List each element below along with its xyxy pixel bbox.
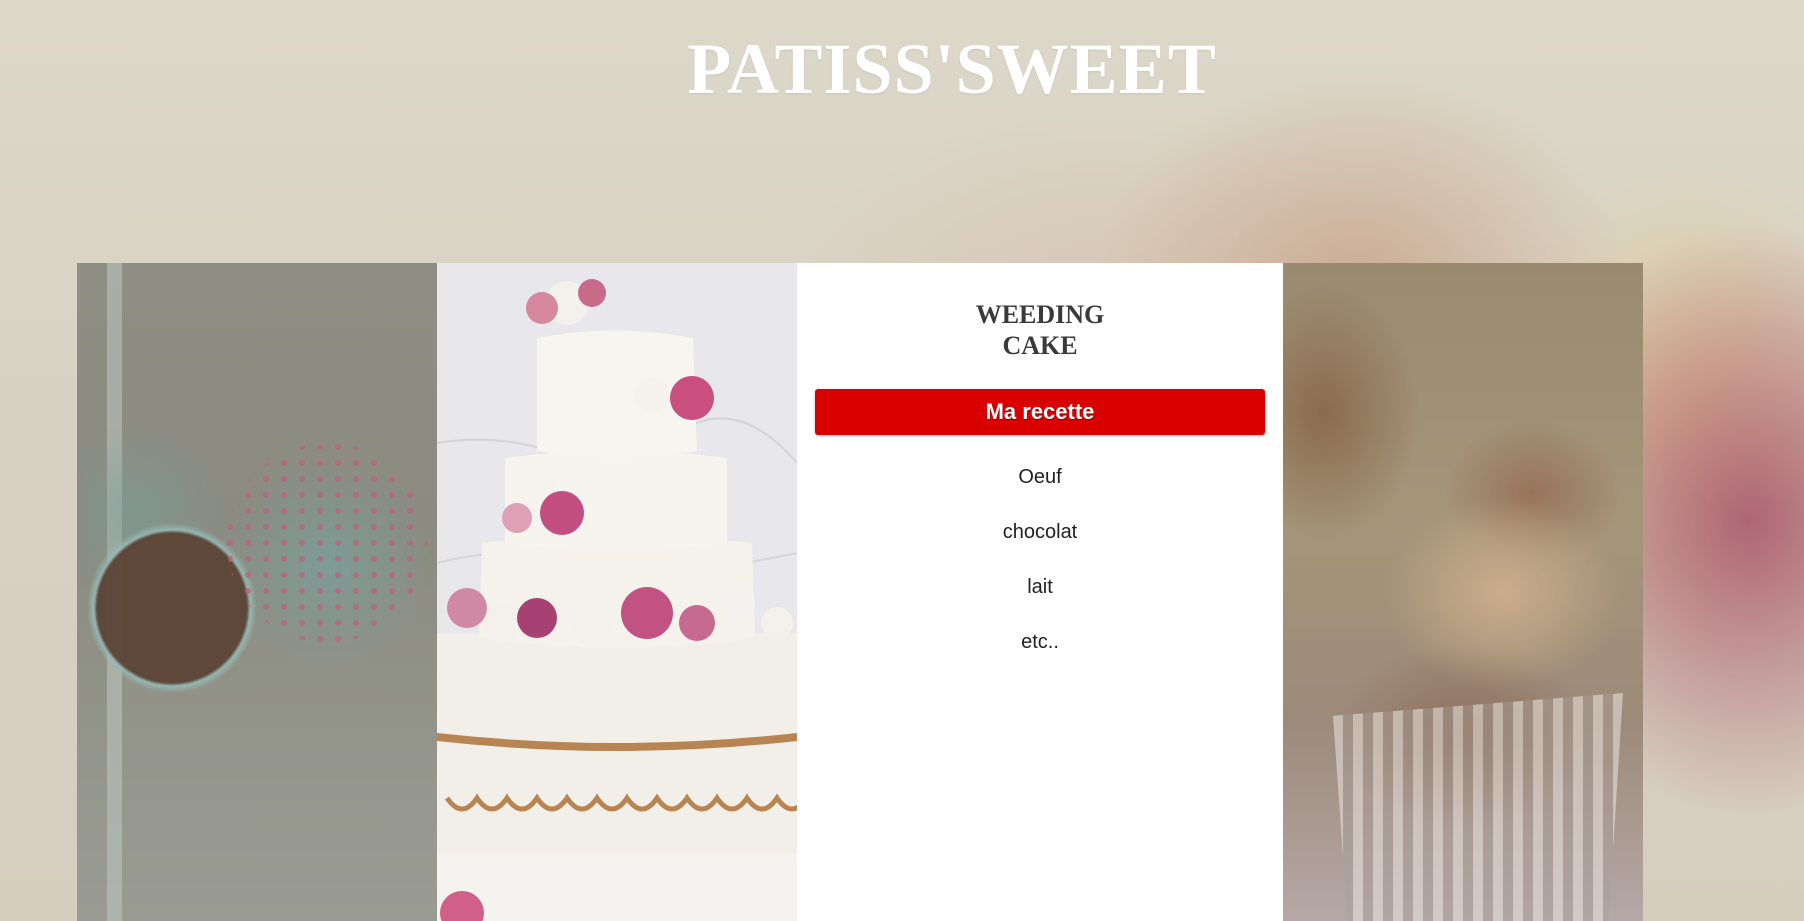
ingredient-item: lait [1027, 576, 1053, 598]
recipe-button[interactable]: Ma recette [815, 389, 1265, 435]
gallery: WEEDING CAKE Ma recette Oeuf chocolat la… [77, 263, 1643, 921]
site-title: PATISS'SWEET [687, 29, 1217, 109]
recipe-title: WEEDING CAKE [975, 300, 1105, 360]
cupcake-wrapper [1333, 693, 1623, 921]
wedding-cake-illustration [437, 263, 797, 921]
cake-pops-image [77, 263, 437, 921]
ingredient-item: chocolat [1002, 521, 1078, 543]
ingredient-item: Oeuf [1018, 466, 1062, 488]
cupcake-image [1283, 263, 1643, 921]
page-background: PATISS'SWEET WEEDING CAKE Ma recette Oeu… [0, 0, 1804, 921]
recipe-card: WEEDING CAKE Ma recette Oeuf chocolat la… [797, 263, 1283, 921]
ingredient-item: etc.. [1021, 631, 1059, 653]
ingredients-list: Oeuf chocolat lait etc.. [797, 465, 1283, 685]
sprinkles-decoration [227, 443, 427, 643]
wedding-cake-image [437, 263, 797, 921]
